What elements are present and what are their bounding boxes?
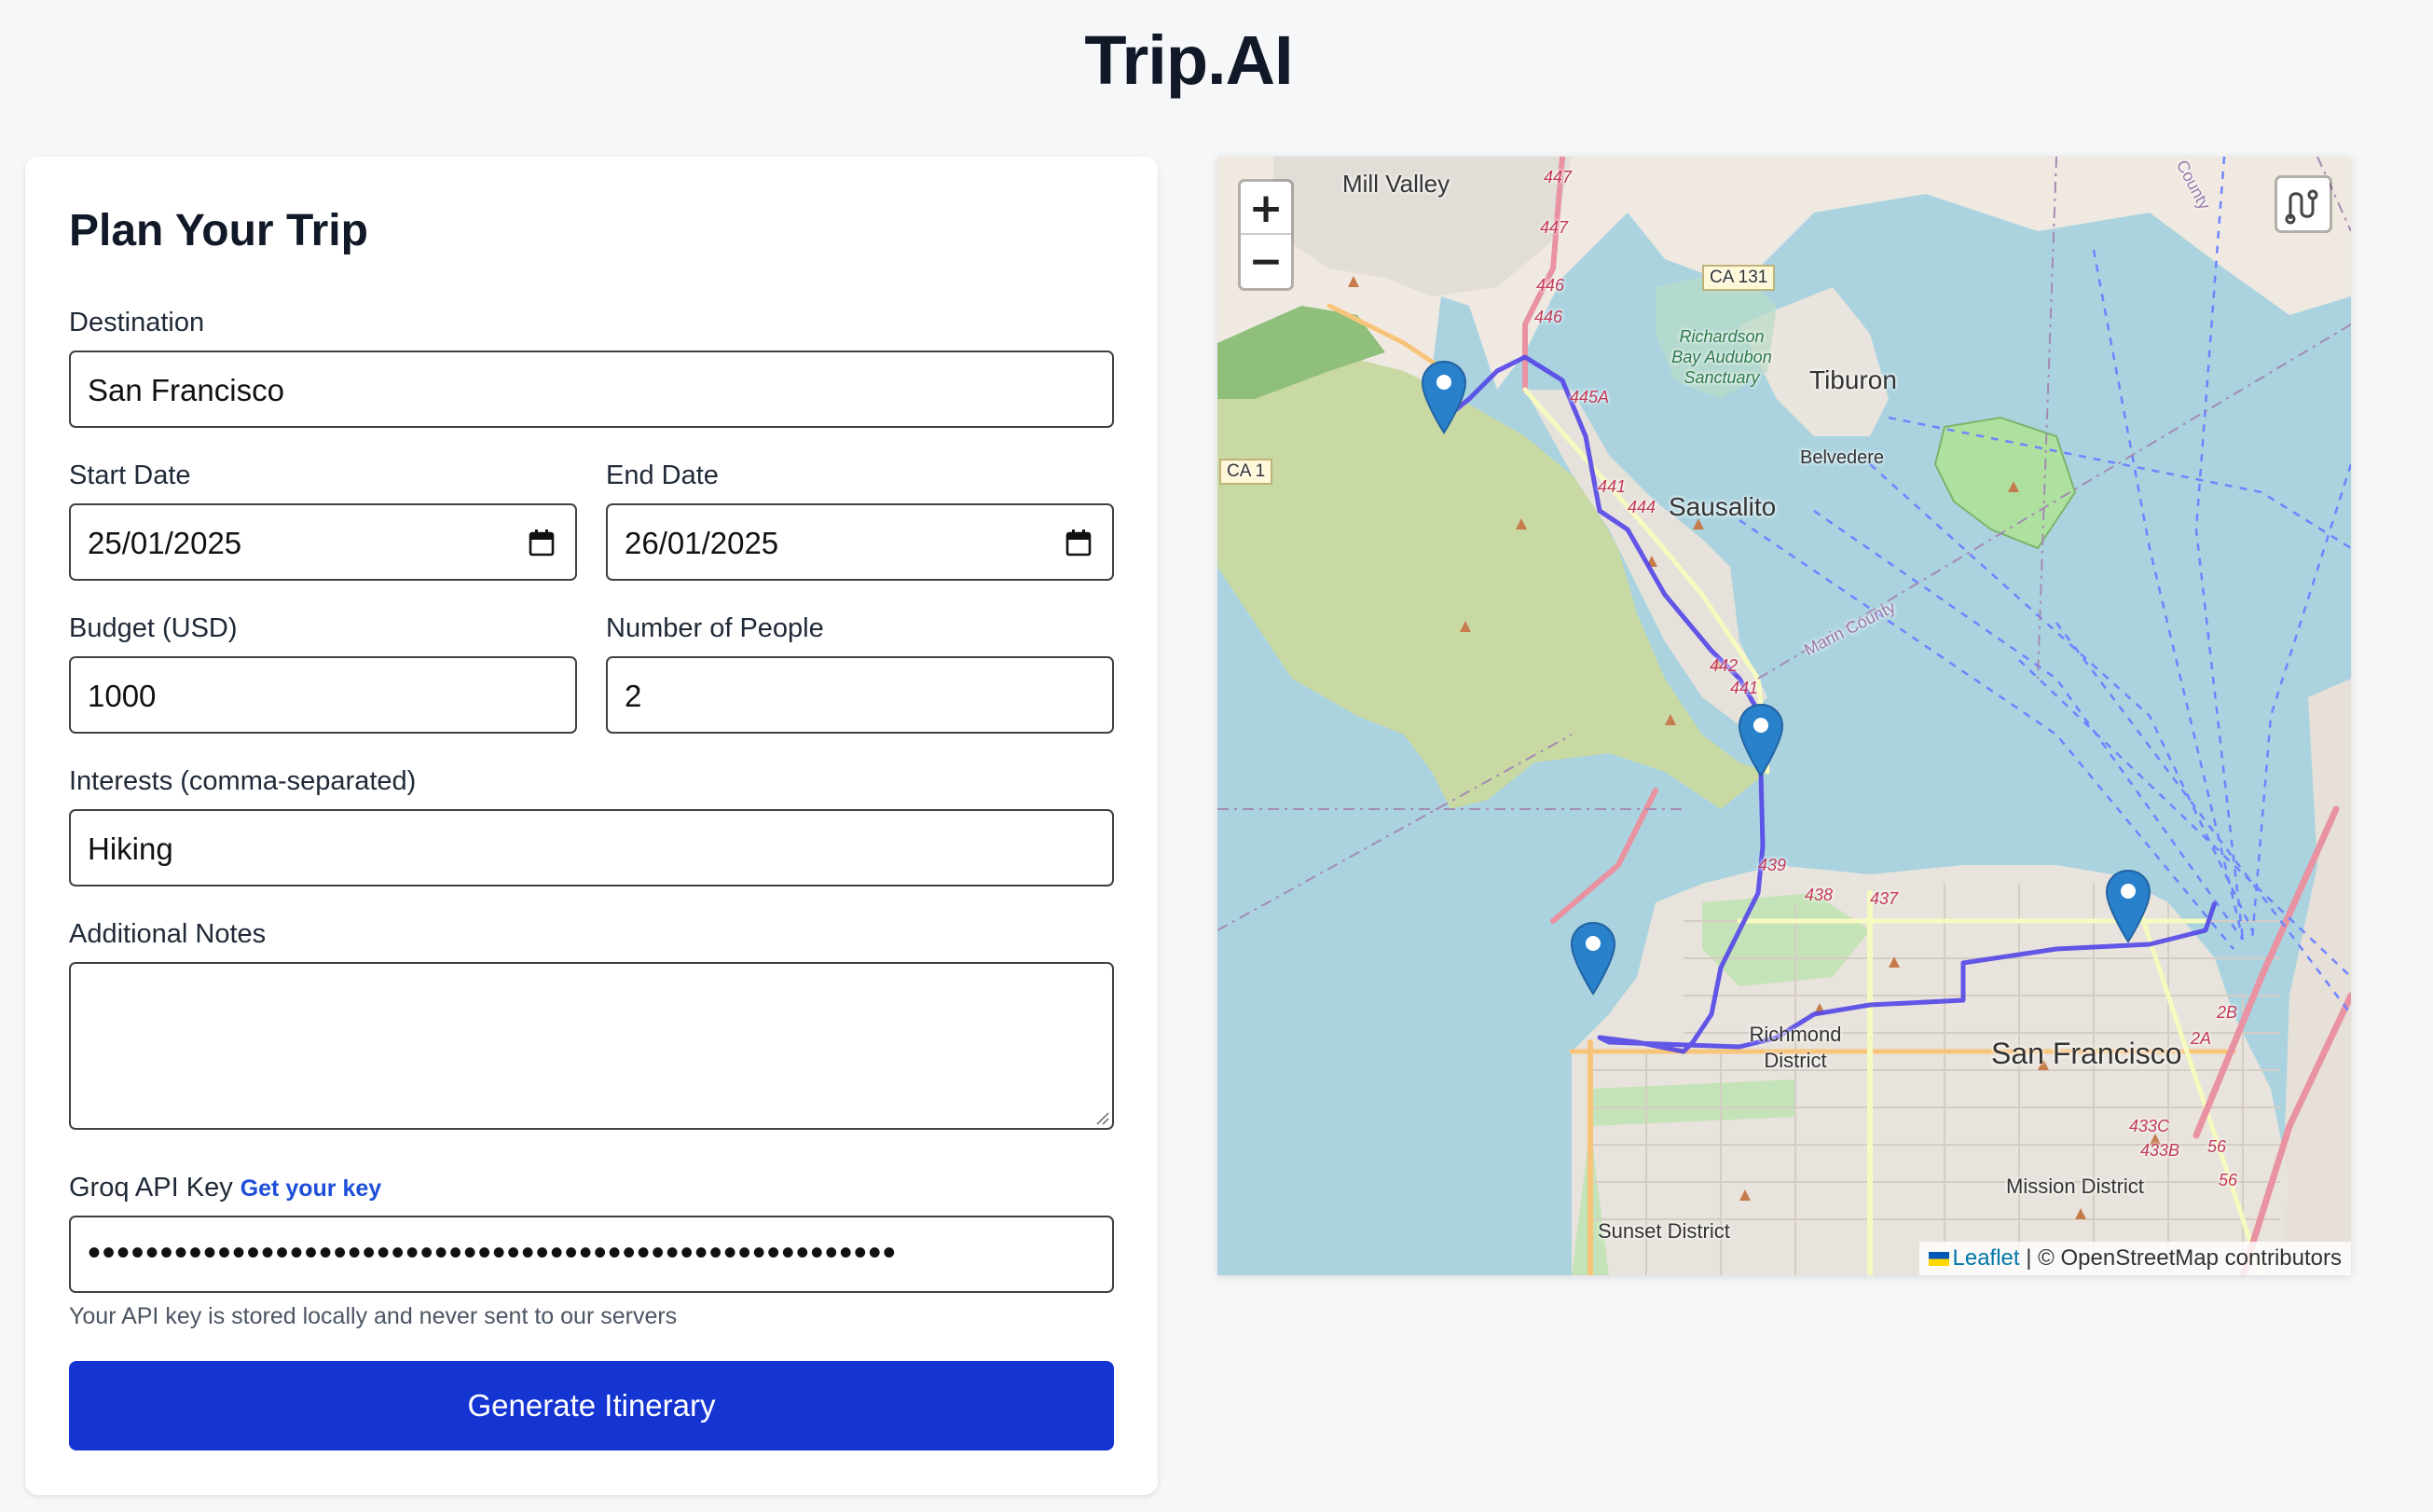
map-label-mission: Mission District xyxy=(2006,1175,2144,1198)
map-label-sausalito: Sausalito xyxy=(1669,492,1777,521)
map-route-number: 446 xyxy=(1534,308,1563,326)
people-label: Number of People xyxy=(606,613,824,643)
map-route-number: 56 xyxy=(2207,1137,2227,1156)
map-pin-icon[interactable] xyxy=(2105,869,2151,945)
map-route-number: 439 xyxy=(1758,856,1787,874)
budget-value: 1000 xyxy=(88,679,157,713)
api-key-label-row: Groq API Key Get your key xyxy=(69,1173,381,1203)
people-value: 2 xyxy=(625,679,642,713)
start-date-input[interactable]: 25/01/2025 xyxy=(69,503,577,581)
interests-value: Hiking xyxy=(88,832,173,866)
notes-label: Additional Notes xyxy=(69,919,267,949)
map-route-number: 56 xyxy=(2219,1171,2238,1189)
budget-input[interactable]: 1000 xyxy=(69,656,577,734)
end-date-value: 26/01/2025 xyxy=(625,526,779,560)
map-route-number: 433B xyxy=(2140,1141,2180,1160)
interests-input[interactable]: Hiking xyxy=(69,809,1114,887)
osm-attribution-text: | © OpenStreetMap contributors xyxy=(2026,1245,2342,1271)
map-label-richardson: Richardson Bay Audubon Sanctuary xyxy=(1671,327,1772,387)
map-route-number: 447 xyxy=(1544,168,1573,186)
map-route-number: 437 xyxy=(1870,889,1899,908)
zoom-control: + − xyxy=(1238,179,1294,291)
route-icon xyxy=(2285,189,2318,225)
destination-input[interactable]: San Francisco xyxy=(69,351,1114,428)
map-route-number: 444 xyxy=(1628,498,1656,516)
map[interactable]: Mill Valley Tiburon Belvedere Sausalito … xyxy=(1217,157,2351,1275)
api-key-label: Groq API Key xyxy=(69,1173,233,1203)
map-label-mill-valley: Mill Valley xyxy=(1342,170,1450,198)
map-pin-icon[interactable] xyxy=(1738,703,1784,779)
map-pin-icon[interactable] xyxy=(1570,921,1616,997)
interests-label: Interests (comma-separated) xyxy=(69,766,417,796)
start-date-value: 25/01/2025 xyxy=(88,526,242,560)
map-route-number: 433C xyxy=(2129,1117,2170,1135)
budget-label: Budget (USD) xyxy=(69,613,238,643)
end-date-input[interactable]: 26/01/2025 xyxy=(606,503,1114,581)
api-key-input[interactable]: ••••••••••••••••••••••••••••••••••••••••… xyxy=(69,1216,1114,1293)
app-title: Trip.AI xyxy=(1084,21,1293,99)
map-label-sunset: Sunset District xyxy=(1598,1219,1730,1243)
map-route-number: 447 xyxy=(1540,218,1569,237)
destination-value: San Francisco xyxy=(88,373,284,407)
map-route-number: 446 xyxy=(1536,276,1565,295)
map-attribution: Leaflet | © OpenStreetMap contributors xyxy=(1918,1242,2351,1275)
api-key-hint: Your API key is stored locally and never… xyxy=(69,1303,678,1329)
map-route-number: 2A xyxy=(2191,1029,2212,1048)
start-date-label: Start Date xyxy=(69,460,191,490)
map-label-belvedere: Belvedere xyxy=(1800,447,1885,468)
map-route-number: 2B xyxy=(2217,1003,2238,1022)
ukraine-flag-icon xyxy=(1928,1252,1949,1266)
notes-textarea[interactable] xyxy=(69,962,1114,1130)
map-shield-ca131: CA 131 xyxy=(1702,265,1776,291)
routing-toggle-button[interactable] xyxy=(2275,175,2332,233)
map-label-richmond: Richmond District xyxy=(1749,1023,1842,1072)
map-label-san-francisco: San Francisco xyxy=(1991,1037,2182,1070)
generate-itinerary-button[interactable]: Generate Itinerary xyxy=(69,1361,1114,1450)
map-route-number: 441 xyxy=(1598,477,1627,496)
map-label-tiburon: Tiburon xyxy=(1809,365,1897,394)
plan-trip-form: Plan Your Trip Destination San Francisco… xyxy=(25,157,1158,1495)
map-route-number: 442 xyxy=(1710,656,1739,675)
end-date-label: End Date xyxy=(606,460,719,490)
leaflet-link[interactable]: Leaflet xyxy=(1953,1245,2020,1271)
get-api-key-link[interactable]: Get your key xyxy=(241,1175,381,1202)
map-route-number: 445A xyxy=(1570,388,1610,406)
map-pin-icon[interactable] xyxy=(1421,360,1467,436)
zoom-out-button[interactable]: − xyxy=(1241,235,1291,288)
map-shield-ca1: CA 1 xyxy=(1219,459,1273,485)
map-route-number: 438 xyxy=(1805,886,1834,904)
resize-handle-icon[interactable] xyxy=(1094,1110,1109,1125)
map-tiles xyxy=(1217,157,2351,1275)
api-key-value: ••••••••••••••••••••••••••••••••••••••••… xyxy=(88,1232,898,1273)
calendar-icon[interactable] xyxy=(1065,529,1092,557)
destination-label: Destination xyxy=(69,308,205,337)
zoom-in-button[interactable]: + xyxy=(1241,182,1291,235)
form-title: Plan Your Trip xyxy=(69,206,368,255)
map-route-number: 441 xyxy=(1730,679,1759,697)
calendar-icon[interactable] xyxy=(529,529,555,557)
people-input[interactable]: 2 xyxy=(606,656,1114,734)
